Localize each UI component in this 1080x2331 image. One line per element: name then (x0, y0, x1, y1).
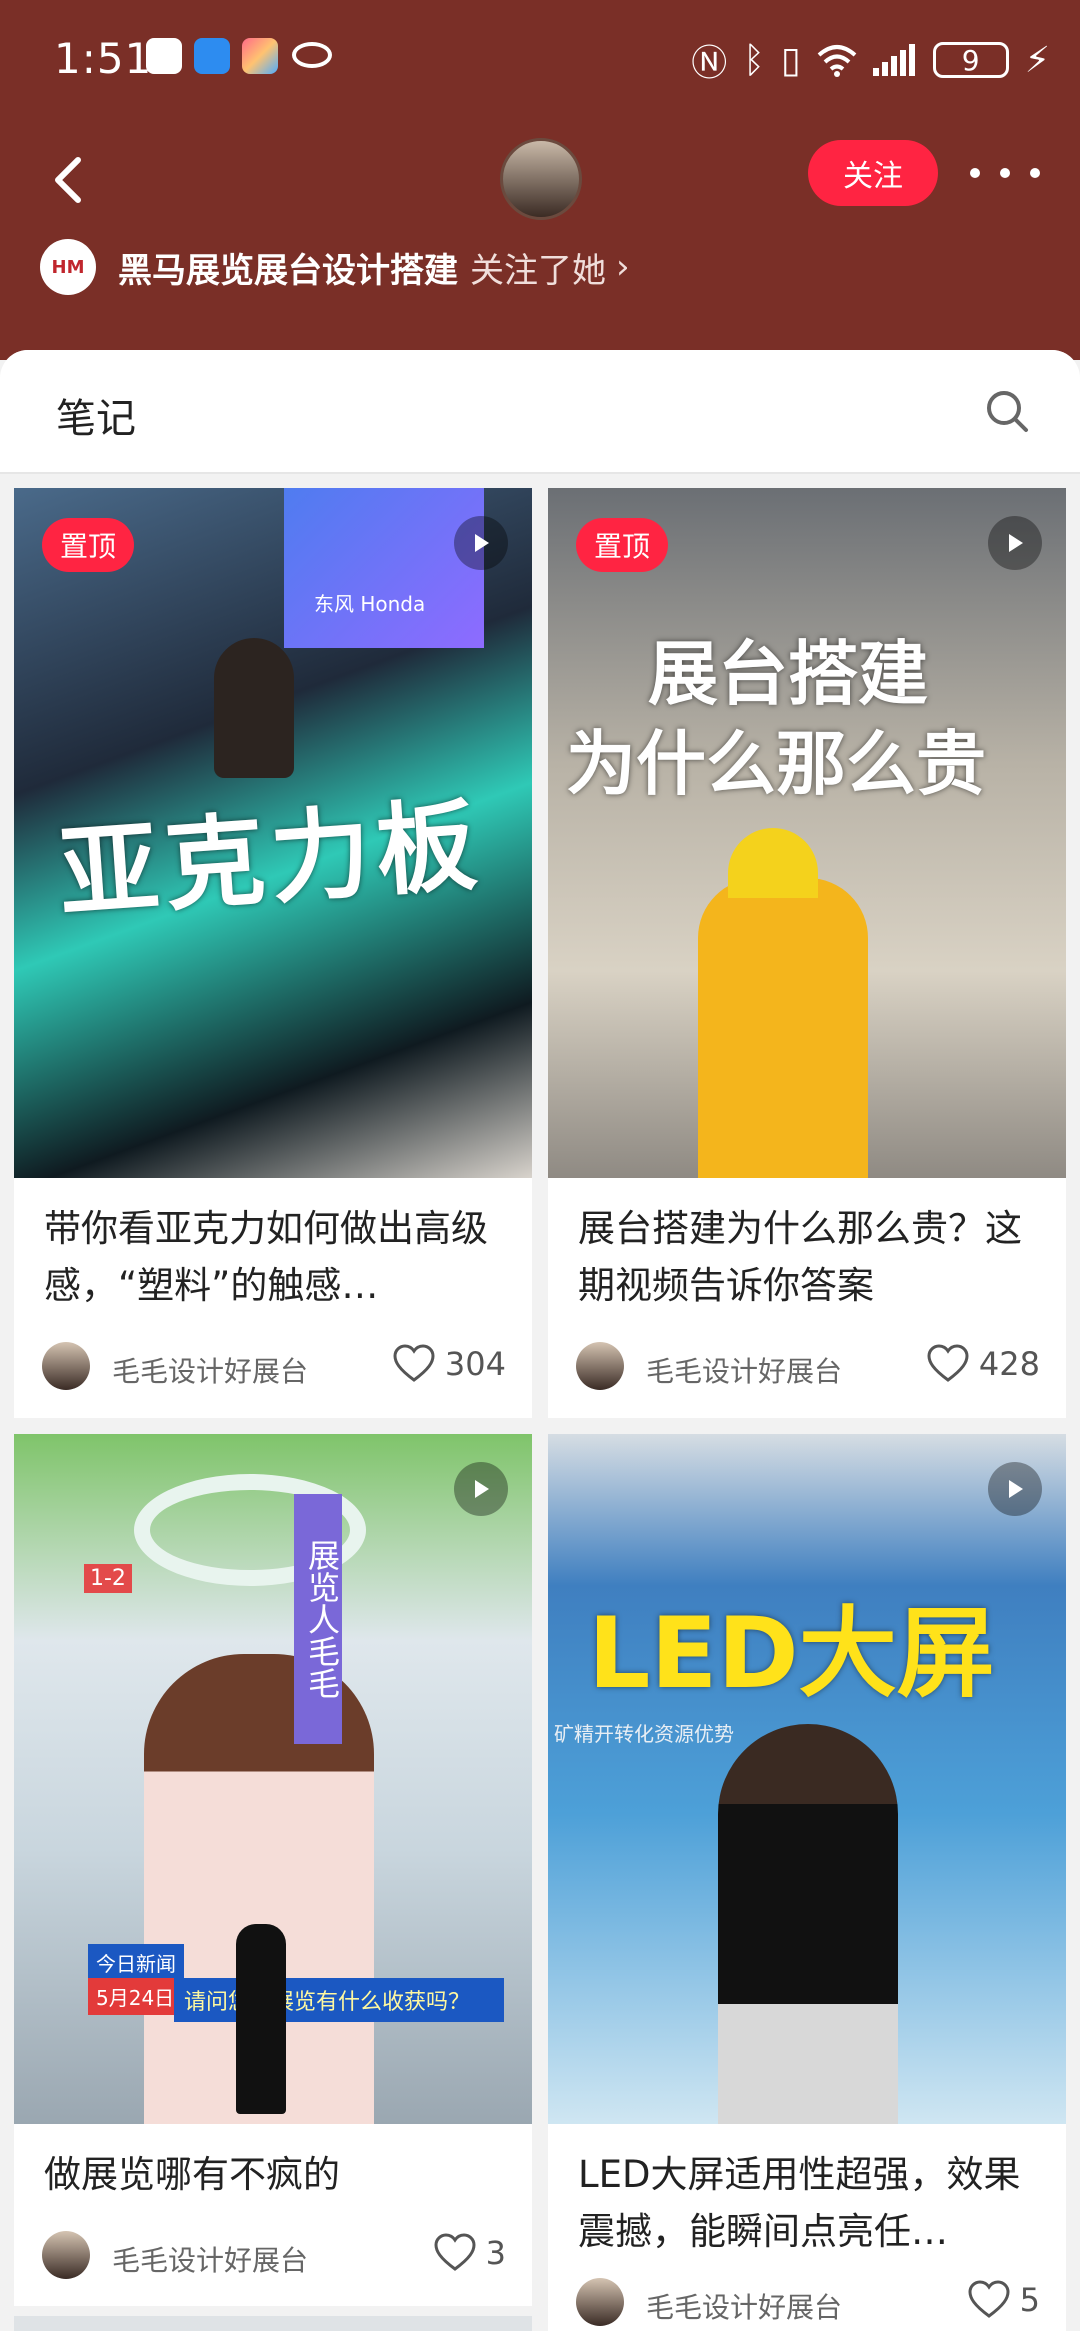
cover-title-text: 亚克力板 (55, 786, 487, 933)
author-name[interactable]: 毛毛设计好展台 (646, 1350, 842, 1390)
news-label: 今日新闻 (88, 1944, 184, 1981)
vertical-banner: 展览人毛毛 (294, 1494, 342, 1744)
cover-title-line2: 为什么那么贵 (566, 723, 986, 805)
vibrate-icon: ▯ (780, 39, 801, 81)
note-title[interactable]: 展台搭建为什么那么贵？这期视频告诉你答案 (548, 1178, 1066, 1314)
author-name[interactable]: 毛毛设计好展台 (112, 2239, 308, 2279)
author-avatar[interactable] (576, 1342, 624, 1390)
play-icon (988, 1462, 1042, 1516)
note-card[interactable]: 展览人毛毛 1-2 今日新闻 5月24日 星期六 请问您做展览有什么收获吗？ 做… (14, 1434, 532, 2306)
worker-vest (698, 878, 868, 1178)
status-bar: 1:51 Ⓝ ᛒ ▯ 9 ⚡ (0, 0, 1080, 120)
tab-notes[interactable]: 笔记 (56, 386, 136, 444)
cover-title-line1: 展台搭建 (648, 633, 928, 715)
like-count: 5 (1019, 2281, 1040, 2319)
like-button[interactable]: 3 (434, 2233, 506, 2273)
note-card[interactable]: 展台搭建 为什么那么贵 置顶 展台搭建为什么那么贵？这期视频告诉你答案 毛毛设计… (548, 488, 1066, 1418)
author-avatar[interactable] (42, 2231, 90, 2279)
author-name[interactable]: 毛毛设计好展台 (112, 1350, 308, 1390)
sign-number: 1-2 (84, 1564, 132, 1593)
heart-icon (434, 2233, 476, 2271)
battery-icon: 9 (932, 42, 1009, 78)
video-app-icon (194, 38, 230, 74)
like-count: 304 (444, 1345, 506, 1383)
presenter-figure (214, 638, 294, 778)
logo-text: HM (51, 256, 85, 278)
battery-level: 9 (961, 43, 980, 77)
news-question: 请问您做展览有什么收获吗？ (174, 1978, 504, 2022)
followed-action-text: 关注了她 (470, 250, 606, 291)
microphone-icon (236, 1924, 286, 2114)
cover-subtext: 矿精开转化资源优势 (554, 1722, 734, 1746)
charging-icon: ⚡ (1024, 39, 1050, 81)
play-icon (454, 516, 508, 570)
like-count: 3 (485, 2234, 506, 2272)
more-options-icon[interactable] (970, 148, 1040, 198)
followed-by-name: 黑马展览展台设计搭建 (118, 250, 458, 291)
pinned-badge: 置顶 (576, 518, 669, 572)
profile-avatar[interactable] (500, 138, 582, 220)
next-card-peek (14, 2316, 532, 2331)
note-meta: 毛毛设计好展台 428 (548, 1314, 1066, 1414)
note-card[interactable]: LED大屏 矿精开转化资源优势 LED大屏适用性超强，效果震撼，能瞬间点亮任… … (548, 1434, 1066, 2331)
bluetooth-icon: ᛒ (743, 39, 765, 81)
status-right-group: Ⓝ ᛒ ▯ 9 ⚡ (691, 34, 1050, 86)
like-count: 428 (978, 1345, 1040, 1383)
note-cover[interactable]: 展台搭建 为什么那么贵 置顶 (548, 488, 1066, 1178)
company-logo: HM (40, 239, 96, 295)
eye-icon (292, 42, 332, 68)
back-arrow-icon[interactable] (40, 150, 100, 210)
search-icon[interactable] (984, 388, 1030, 434)
author-avatar[interactable] (576, 2278, 624, 2326)
heart-icon (927, 1344, 969, 1382)
author-avatar[interactable] (42, 1342, 90, 1390)
signal-icon (872, 44, 915, 76)
status-time: 1:51 (54, 34, 153, 83)
app-notification-icon (146, 38, 182, 74)
hard-hat-icon (728, 828, 818, 898)
play-icon (454, 1462, 508, 1516)
note-title[interactable]: 做展览哪有不疯的 (14, 2124, 532, 2203)
note-meta: 毛毛设计好展台 5 (548, 2260, 1066, 2331)
note-title[interactable]: LED大屏适用性超强，效果震撼，能瞬间点亮任… (548, 2124, 1066, 2260)
note-cover[interactable]: LED大屏 矿精开转化资源优势 (548, 1434, 1066, 2124)
like-button[interactable]: 5 (968, 2280, 1040, 2320)
play-icon (988, 516, 1042, 570)
like-button[interactable]: 304 (393, 1344, 506, 1384)
heart-icon (393, 1344, 435, 1382)
notes-tabbar: 笔记 (0, 350, 1080, 474)
nfc-icon: Ⓝ (691, 43, 728, 84)
cover-title-text: LED大屏 (588, 1597, 995, 1711)
note-cover[interactable]: 展览人毛毛 1-2 今日新闻 5月24日 星期六 请问您做展览有什么收获吗？ (14, 1434, 532, 2124)
pinned-badge: 置顶 (42, 518, 135, 572)
note-cover[interactable]: 东风 Honda 亚克力板 置顶 (14, 488, 532, 1178)
heart-icon (968, 2280, 1010, 2318)
cover-brand-text: 东风 Honda (314, 592, 426, 616)
chevron-right-icon: › (616, 247, 630, 287)
note-meta: 毛毛设计好展台 3 (14, 2203, 532, 2303)
note-meta: 毛毛设计好展台 304 (14, 1314, 532, 1414)
follow-button[interactable]: 关注 (808, 140, 938, 206)
honda-billboard: 东风 Honda (284, 488, 484, 648)
paint-app-icon (242, 38, 278, 74)
note-card[interactable]: 东风 Honda 亚克力板 置顶 带你看亚克力如何做出高级感，“塑料”的触感… … (14, 488, 532, 1418)
profile-nav: 关注 (0, 130, 1080, 240)
author-name[interactable]: 毛毛设计好展台 (646, 2286, 842, 2326)
profile-header: 1:51 Ⓝ ᛒ ▯ 9 ⚡ 关注 HM 黑马展览展台设计搭建 关注了她 › (0, 0, 1080, 360)
followed-by-row[interactable]: HM 黑马展览展台设计搭建 关注了她 › (40, 238, 630, 296)
wifi-icon (817, 45, 857, 77)
presenter-figure (718, 1724, 898, 2124)
notes-panel: 笔记 东风 Honda 亚克力板 置顶 带你看亚克力如何做出高级感，“塑料”的触… (0, 350, 1080, 2331)
like-button[interactable]: 428 (927, 1344, 1040, 1384)
note-title[interactable]: 带你看亚克力如何做出高级感，“塑料”的触感… (14, 1178, 532, 1314)
